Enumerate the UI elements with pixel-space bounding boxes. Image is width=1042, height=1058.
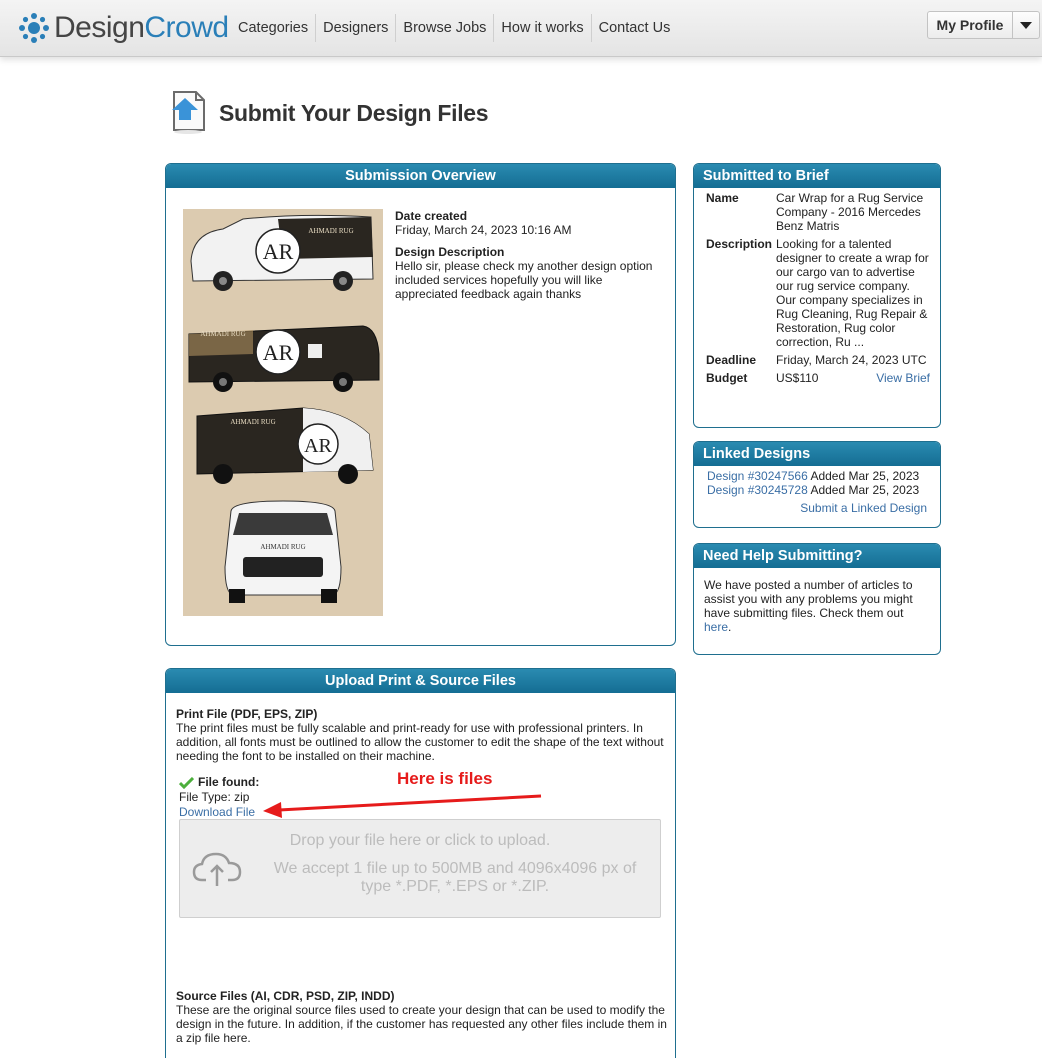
print-file-section: Print File (PDF, EPS, ZIP) The print fil… xyxy=(176,707,668,763)
linked-designs-panel: Linked Designs Design #30247566 Added Ma… xyxy=(693,441,941,528)
linked-design-added: Added Mar 25, 2023 xyxy=(810,483,920,497)
source-files-description: These are the original source files used… xyxy=(176,1003,667,1045)
linked-design-link[interactable]: Design #30245728 xyxy=(707,483,808,497)
file-type-text: File Type: zip xyxy=(179,790,250,804)
svg-text:AHMADI RUG: AHMADI RUG xyxy=(308,227,353,235)
file-dropzone[interactable]: Drop your file here or click to upload. … xyxy=(179,819,661,918)
upload-files-heading: Upload Print & Source Files xyxy=(166,669,675,693)
page-title: Submit Your Design Files xyxy=(219,100,489,126)
logo-text-design: Design xyxy=(54,11,145,44)
dropzone-requirements: We accept 1 file up to 500MB and 4096x40… xyxy=(273,860,637,895)
need-help-heading: Need Help Submitting? xyxy=(694,544,940,568)
brief-description-label: Description xyxy=(706,237,773,251)
submission-overview-heading: Submission Overview xyxy=(166,164,675,188)
date-created-label: Date created xyxy=(395,209,468,223)
caret-down-icon[interactable] xyxy=(1012,12,1039,38)
svg-text:AR: AR xyxy=(263,340,294,365)
design-description-label: Design Description xyxy=(395,245,505,259)
upload-files-panel: Upload Print & Source Files Print File (… xyxy=(165,668,676,1058)
my-profile-button[interactable]: My Profile xyxy=(928,12,1012,38)
dropzone-prompt: Drop your file here or click to upload. xyxy=(289,832,551,849)
help-here-link[interactable]: here xyxy=(704,620,728,634)
date-created-value: Friday, March 24, 2023 10:16 AM xyxy=(395,223,572,237)
nav-how-it-works[interactable]: How it works xyxy=(493,14,590,42)
svg-text:AHMADI RUG: AHMADI RUG xyxy=(230,418,275,426)
annotation-arrow-icon xyxy=(263,794,542,818)
annotation-text: Here is files xyxy=(397,769,493,788)
linked-design-link[interactable]: Design #30247566 xyxy=(707,469,808,483)
submitted-to-brief-panel: Submitted to Brief Name Car Wrap for a R… xyxy=(693,163,941,428)
design-description-value: Hello sir, please check my another desig… xyxy=(395,259,653,301)
checkmark-icon xyxy=(179,776,194,789)
help-period: . xyxy=(728,620,732,634)
nav-browse-jobs[interactable]: Browse Jobs xyxy=(395,14,493,42)
upload-document-icon xyxy=(172,91,205,134)
svg-text:AHMADI RUG: AHMADI RUG xyxy=(260,543,305,551)
top-navigation-bar: DesignCrowd Categories Designers Browse … xyxy=(0,0,1042,57)
list-item: Design #30245728 Added Mar 25, 2023 xyxy=(707,483,931,497)
brief-budget-value: US$110 xyxy=(776,371,819,385)
print-file-description: The print files must be fully scalable a… xyxy=(176,721,664,763)
source-files-title: Source Files (AI, CDR, PSD, ZIP, INDD) xyxy=(176,989,395,1003)
download-file-link[interactable]: Download File xyxy=(179,805,255,819)
submit-linked-design-link[interactable]: Submit a Linked Design xyxy=(800,501,927,515)
cloud-upload-icon xyxy=(192,852,242,886)
view-brief-link[interactable]: View Brief xyxy=(876,371,930,385)
submitted-to-brief-heading: Submitted to Brief xyxy=(694,164,940,188)
svg-text:AR: AR xyxy=(304,435,332,457)
nav-designers[interactable]: Designers xyxy=(315,14,395,42)
designcrowd-logo[interactable]: DesignCrowd xyxy=(18,10,229,46)
logo-burst-icon xyxy=(19,13,49,43)
nav-contact-us[interactable]: Contact Us xyxy=(590,14,678,42)
svg-text:AR: AR xyxy=(263,239,294,264)
brief-name-value: Car Wrap for a Rug Service Company - 201… xyxy=(776,191,924,233)
file-found-block: File found: File Type: zip Download File xyxy=(179,775,259,820)
submission-overview-panel: Submission Overview AR AHMADI RUG AR AHM… xyxy=(165,163,676,646)
brief-budget-label: Budget xyxy=(706,371,748,385)
van-front-white-icon: AHMADI RUG xyxy=(224,500,342,603)
linked-design-added: Added Mar 25, 2023 xyxy=(810,469,920,483)
brief-name-label: Name xyxy=(706,191,739,205)
need-help-panel: Need Help Submitting? We have posted a n… xyxy=(693,543,941,655)
brief-deadline-value: Friday, March 24, 2023 UTC xyxy=(776,353,927,367)
help-body: We have posted a number of articles to a… xyxy=(704,578,913,620)
design-thumbnail[interactable]: AR AHMADI RUG AR AHMADI RUG AR AHMADI RU… xyxy=(183,209,383,616)
nav-categories[interactable]: Categories xyxy=(232,14,315,42)
submission-meta: Date created Friday, March 24, 2023 10:1… xyxy=(395,209,665,301)
print-file-title: Print File (PDF, EPS, ZIP) xyxy=(176,707,318,721)
source-files-section: Source Files (AI, CDR, PSD, ZIP, INDD) T… xyxy=(176,989,668,1045)
help-text: We have posted a number of articles to a… xyxy=(704,578,924,634)
brief-details: Name Car Wrap for a Rug Service Company … xyxy=(706,191,930,389)
brief-description-value: Looking for a talented designer to creat… xyxy=(776,237,929,349)
linked-designs-heading: Linked Designs xyxy=(694,442,940,466)
svg-text:AHMADI RUG: AHMADI RUG xyxy=(200,330,245,338)
my-profile-dropdown[interactable]: My Profile xyxy=(927,11,1040,39)
brief-deadline-label: Deadline xyxy=(706,353,757,367)
linked-designs-list: Design #30247566 Added Mar 25, 2023 Desi… xyxy=(707,469,931,497)
logo-text-crowd: Crowd xyxy=(144,11,229,44)
file-found-label: File found: xyxy=(198,775,260,789)
main-nav: Categories Designers Browse Jobs How it … xyxy=(232,14,677,42)
list-item: Design #30247566 Added Mar 25, 2023 xyxy=(707,469,931,483)
